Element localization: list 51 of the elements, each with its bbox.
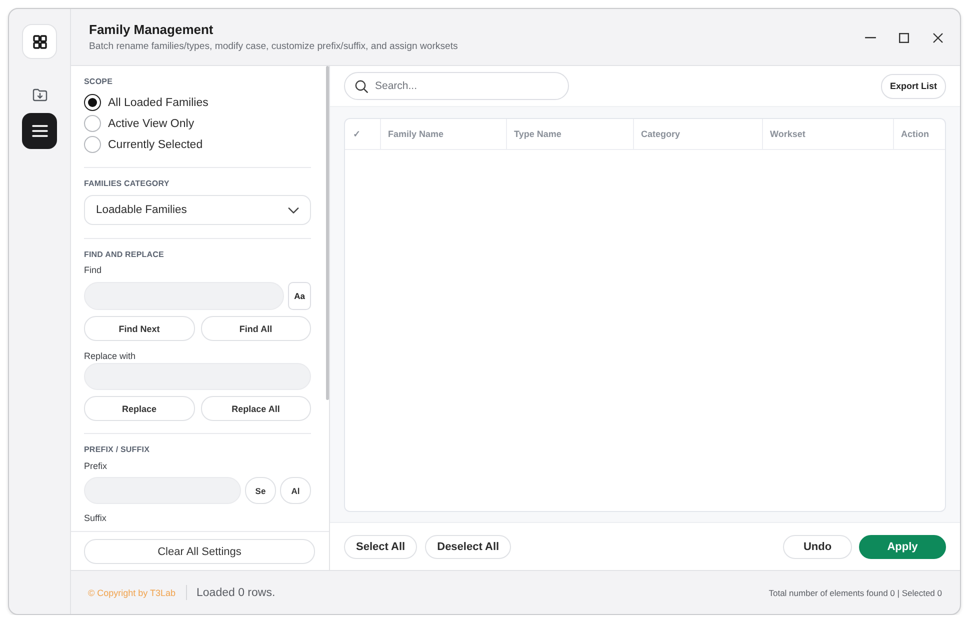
column-header: Family Name	[388, 129, 444, 139]
category-dropdown[interactable]: Loadable Families	[84, 195, 311, 225]
section-heading: FAMILIES CATEGORY	[84, 178, 170, 190]
column-header: Action	[901, 129, 929, 139]
maximize-icon	[899, 33, 909, 43]
apply-button[interactable]: Apply	[859, 534, 946, 558]
selection-button[interactable]: Select All	[344, 534, 418, 558]
loaded-rows-text: Loaded 0 rows.	[196, 586, 276, 598]
section-heading: FIND AND REPLACE	[84, 249, 165, 261]
radio-button[interactable]	[84, 136, 101, 153]
replace-button[interactable]: Replace	[84, 396, 194, 421]
replace-button[interactable]: Replace All	[200, 396, 311, 421]
folder-arrow-icon	[32, 88, 48, 102]
copyright-text: © Copyright by T3Lab	[88, 588, 176, 598]
column-header: ✓	[353, 129, 361, 139]
find-button[interactable]: Find All	[200, 316, 311, 341]
scrollbar[interactable]	[326, 66, 329, 400]
export-button[interactable]: Export List	[881, 74, 946, 98]
selection-button[interactable]: Deselect All	[425, 534, 512, 558]
summary-text: Total number of elements found 0 | Selected 0	[768, 588, 942, 598]
field-label: Replace with	[84, 350, 137, 363]
radio-button[interactable]	[84, 115, 101, 132]
prefix-action-button[interactable]: Al	[280, 477, 311, 504]
section-heading: PREFIX / SUFFIX	[84, 444, 151, 456]
column-header: Workset	[770, 129, 806, 139]
grid-icon[interactable]	[22, 24, 57, 59]
minimize-icon	[864, 37, 876, 39]
sidebar-tab[interactable]	[32, 88, 48, 102]
radio-label[interactable]: Active View Only	[108, 116, 194, 130]
close-icon	[933, 33, 943, 43]
match-case-button[interactable]: Aa	[288, 282, 311, 310]
field-label: Suffix	[84, 512, 108, 525]
find-button[interactable]: Find Next	[84, 316, 194, 341]
clear-settings-button[interactable]: Clear All Settings	[84, 539, 315, 564]
window-subtitle: Batch rename families/types, modify case, customize prefix/suffix, and assign worksets	[89, 40, 458, 53]
sidebar-tab[interactable]	[22, 113, 57, 149]
search-field[interactable]: Search...	[344, 72, 569, 100]
radio-label[interactable]: All Loaded Families	[108, 96, 208, 110]
column-header: Category	[641, 129, 680, 139]
search-icon	[355, 80, 368, 92]
section-heading: SCOPE	[84, 76, 114, 88]
window-title: Family Management	[89, 21, 214, 38]
field-label: Find	[84, 264, 103, 277]
menu-icon	[32, 125, 48, 137]
radio-button[interactable]	[84, 94, 101, 111]
undo-button[interactable]: Undo	[783, 534, 852, 558]
chevron-down-icon	[288, 206, 299, 214]
radio-label[interactable]: Currently Selected	[108, 138, 203, 152]
field-label: Prefix	[84, 460, 108, 473]
prefix-action-button[interactable]: Se	[245, 477, 276, 504]
column-header: Type Name	[514, 129, 562, 139]
